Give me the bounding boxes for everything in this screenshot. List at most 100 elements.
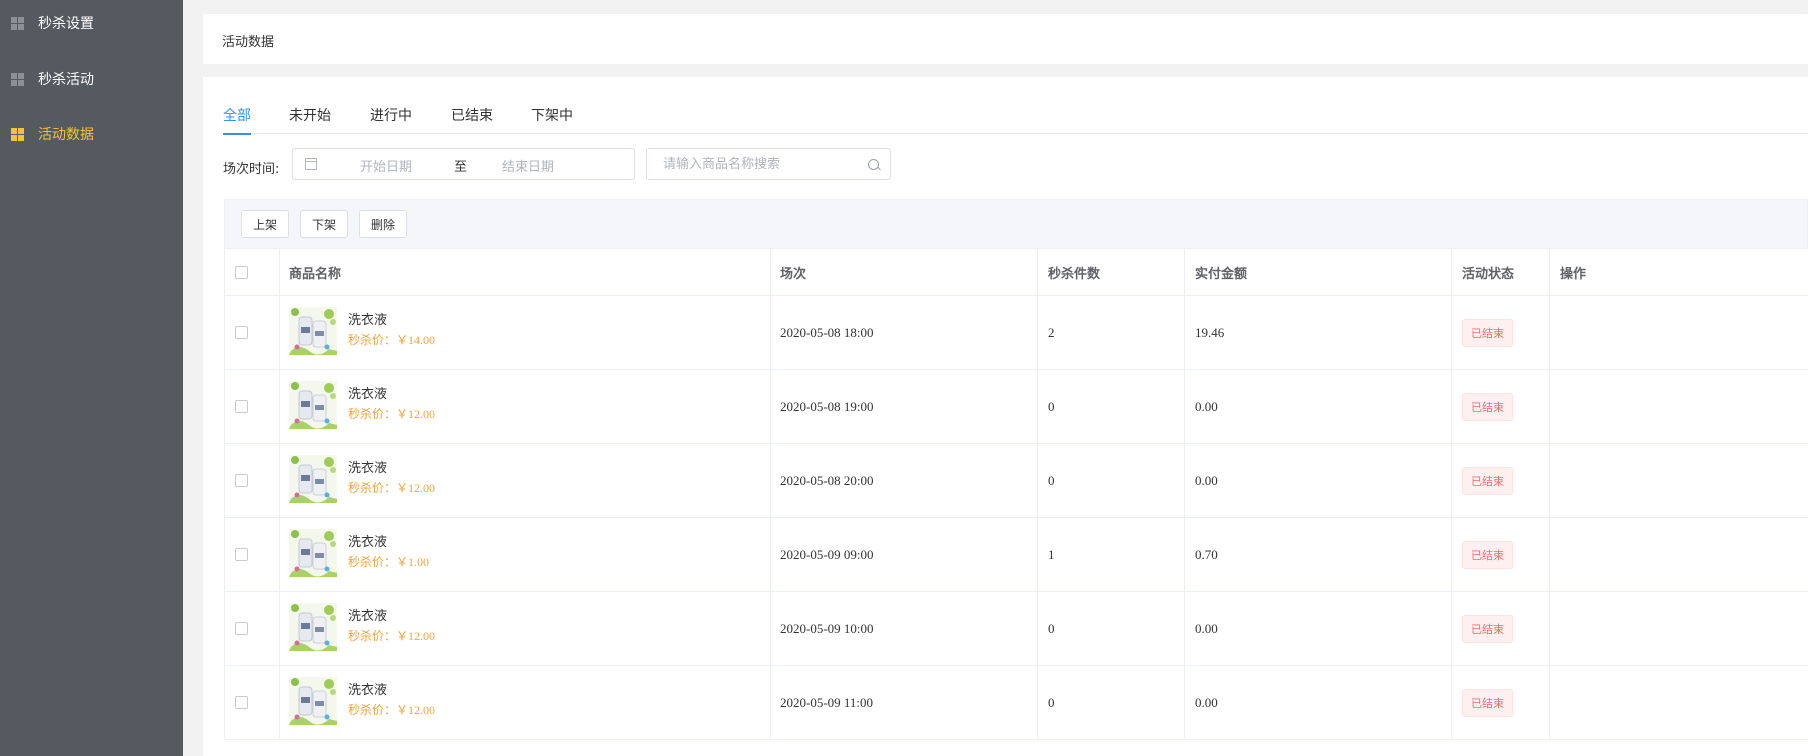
search-input[interactable]: [648, 150, 848, 178]
sidebar-item-label: 秒杀活动: [38, 72, 94, 88]
shelve-button[interactable]: 上架: [241, 210, 289, 238]
status-badge: 已结束: [1462, 318, 1513, 347]
amount-cell: 0.00: [1185, 370, 1452, 443]
seckill-price: 秒杀价：￥12.00: [348, 627, 435, 644]
product-thumbnail: [289, 381, 337, 429]
status-badge: 已结束: [1462, 466, 1513, 495]
product-thumbnail: [289, 529, 337, 577]
header-checkbox-cell: [225, 249, 280, 295]
product-search: [646, 148, 891, 180]
tab-all[interactable]: 全部: [223, 105, 251, 135]
date-end-input[interactable]: 结束日期: [502, 156, 554, 175]
row-checkbox-cell: [225, 666, 280, 739]
amount-cell: 0.70: [1185, 518, 1452, 591]
seckill-price: 秒杀价：￥12.00: [348, 405, 435, 422]
session-cell: 2020-05-08 20:00: [771, 444, 1038, 517]
price-value: ￥14.00: [396, 333, 436, 347]
status-cell: 已结束: [1452, 666, 1550, 739]
tab-in-progress[interactable]: 进行中: [370, 105, 412, 134]
session-time-label: 场次时间:: [223, 162, 280, 177]
status-cell: 已结束: [1452, 444, 1550, 517]
table-row: 洗衣液 秒杀价：￥12.00 2020-05-08 20:00 0 0.00 已…: [224, 444, 1808, 518]
search-icon[interactable]: [868, 159, 879, 170]
session-cell: 2020-05-08 19:00: [771, 370, 1038, 443]
count-cell: 0: [1038, 666, 1185, 739]
seckill-price: 秒杀价：￥1.00: [348, 553, 429, 570]
operation-cell: [1550, 666, 1808, 739]
product-name: 洗衣液: [348, 535, 388, 550]
price-value: ￥12.00: [396, 407, 436, 421]
calendar-icon: [305, 158, 317, 170]
amount-cell: 0.00: [1185, 444, 1452, 517]
bulk-action-bar: 上架 下架 删除: [224, 199, 1808, 249]
table-row: 洗衣液 秒杀价：￥14.00 2020-05-08 18:00 2 19.46 …: [224, 296, 1808, 370]
table-header: 商品名称 场次 秒杀件数 实付金额 活动状态 操作: [224, 249, 1808, 296]
price-label: 秒杀价：: [348, 333, 397, 347]
row-checkbox-cell: [225, 370, 280, 443]
tab-ended[interactable]: 已结束: [451, 105, 493, 134]
amount-cell: 0.00: [1185, 592, 1452, 665]
price-value: ￥12.00: [396, 481, 436, 495]
date-range-picker[interactable]: 开始日期 至 结束日期: [292, 148, 635, 180]
row-checkbox[interactable]: [235, 400, 248, 413]
operation-cell: [1550, 518, 1808, 591]
product-name: 洗衣液: [348, 461, 388, 476]
row-checkbox-cell: [225, 518, 280, 591]
grid-icon: [11, 127, 24, 141]
price-label: 秒杀价：: [348, 555, 397, 569]
session-cell: 2020-05-09 10:00: [771, 592, 1038, 665]
tab-off-shelf[interactable]: 下架中: [531, 105, 573, 134]
page-header: 活动数据: [203, 14, 1808, 64]
unshelve-button[interactable]: 下架: [300, 210, 348, 238]
operation-cell: [1550, 370, 1808, 443]
date-start-input[interactable]: 开始日期: [360, 156, 412, 175]
status-tabs: 全部 未开始 进行中 已结束 下架中: [223, 77, 1808, 135]
session-cell: 2020-05-08 18:00: [771, 296, 1038, 369]
page-title: 活动数据: [222, 35, 275, 50]
delete-button[interactable]: 删除: [359, 210, 407, 238]
grid-icon: [11, 16, 24, 30]
session-cell: 2020-05-09 11:00: [771, 666, 1038, 739]
seckill-price: 秒杀价：￥12.00: [348, 479, 435, 496]
price-label: 秒杀价：: [348, 407, 397, 421]
price-label: 秒杀价：: [348, 481, 397, 495]
header-operation: 操作: [1560, 266, 1587, 282]
row-checkbox-cell: [225, 444, 280, 517]
row-checkbox[interactable]: [235, 622, 248, 635]
price-label: 秒杀价：: [348, 629, 397, 643]
row-checkbox[interactable]: [235, 474, 248, 487]
select-all-checkbox[interactable]: [235, 265, 248, 279]
count-cell: 2: [1038, 296, 1185, 369]
price-value: ￥1.00: [396, 555, 430, 569]
row-checkbox[interactable]: [235, 548, 248, 561]
operation-cell: [1550, 592, 1808, 665]
product-thumbnail: [289, 307, 337, 355]
grid-icon: [11, 72, 24, 86]
price-value: ￥12.00: [396, 703, 436, 717]
main-panel: 全部 未开始 进行中 已结束 下架中 场次时间: 开始日期 至 结束日期 上架 …: [203, 77, 1808, 756]
seckill-price: 秒杀价：￥14.00: [348, 331, 435, 348]
product-name: 洗衣液: [348, 683, 388, 698]
row-checkbox[interactable]: [235, 326, 248, 339]
tab-not-started[interactable]: 未开始: [289, 105, 331, 134]
row-checkbox[interactable]: [235, 696, 248, 709]
sidebar-item-seckill-activity[interactable]: 秒杀活动: [0, 57, 183, 101]
count-cell: 0: [1038, 592, 1185, 665]
product-thumbnail: [289, 455, 337, 503]
product-name: 洗衣液: [348, 313, 388, 328]
table-row: 洗衣液 秒杀价：￥1.00 2020-05-09 09:00 1 0.70 已结…: [224, 518, 1808, 592]
session-cell: 2020-05-09 09:00: [771, 518, 1038, 591]
sidebar-item-seckill-settings[interactable]: 秒杀设置: [0, 1, 183, 45]
product-name: 洗衣液: [348, 609, 388, 624]
product-cell: 洗衣液 秒杀价：￥1.00: [280, 518, 771, 591]
status-badge: 已结束: [1462, 614, 1513, 643]
status-cell: 已结束: [1452, 518, 1550, 591]
amount-cell: 19.46: [1185, 296, 1452, 369]
header-count: 秒杀件数: [1038, 249, 1185, 295]
row-checkbox-cell: [225, 296, 280, 369]
header-amount: 实付金额: [1185, 249, 1452, 295]
product-cell: 洗衣液 秒杀价：￥12.00: [280, 444, 771, 517]
product-cell: 洗衣液 秒杀价：￥12.00: [280, 666, 771, 739]
table-row: 洗衣液 秒杀价：￥12.00 2020-05-09 11:00 0 0.00 已…: [224, 666, 1808, 740]
sidebar-item-activity-data[interactable]: 活动数据: [0, 112, 183, 156]
